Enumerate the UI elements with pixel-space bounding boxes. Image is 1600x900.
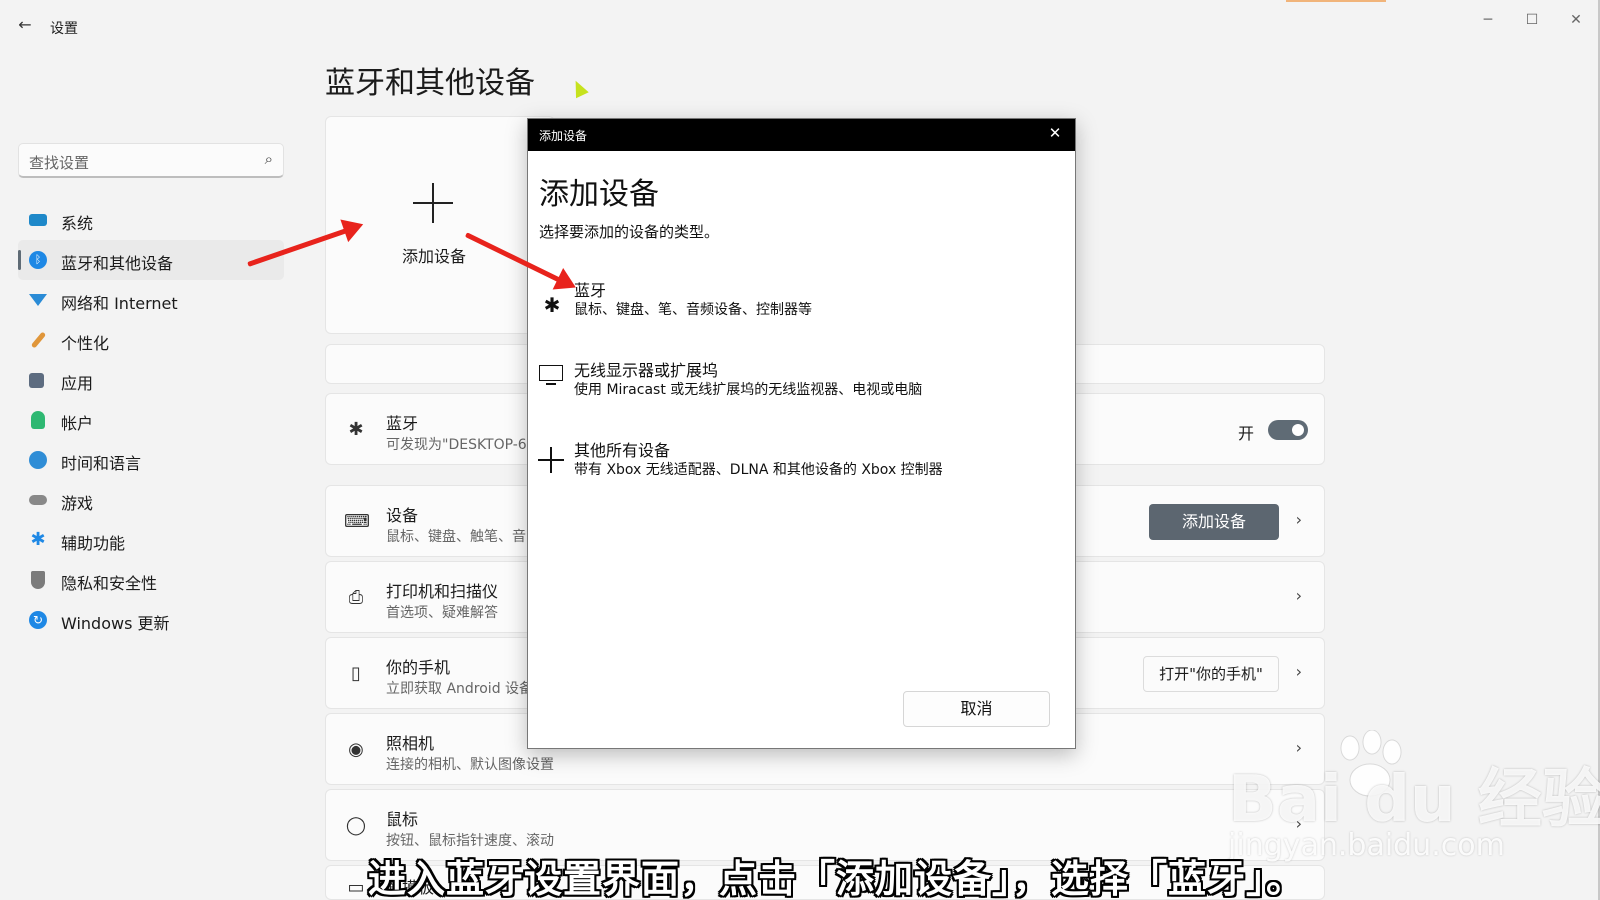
add-device-button[interactable]: 添加设备 bbox=[1149, 504, 1279, 540]
mouse-icon: ◯ bbox=[345, 815, 367, 836]
chevron-right-icon[interactable]: › bbox=[1296, 510, 1302, 529]
sidebar-item-accessibility[interactable]: ✱ 辅助功能 bbox=[18, 520, 284, 560]
row-title: 蓝牙 bbox=[386, 414, 419, 433]
accessibility-icon: ✱ bbox=[30, 529, 46, 550]
cancel-button[interactable]: 取消 bbox=[903, 691, 1050, 727]
back-arrow-icon[interactable]: ← bbox=[14, 14, 36, 36]
camera-icon: ◉ bbox=[348, 739, 364, 760]
chevron-right-icon[interactable]: › bbox=[1296, 586, 1302, 605]
sidebar-item-privacy[interactable]: 隐私和安全性 bbox=[18, 560, 284, 600]
row-title: 设备 bbox=[386, 506, 419, 525]
system-icon bbox=[29, 214, 47, 226]
chevron-right-icon[interactable]: › bbox=[1296, 662, 1302, 681]
account-icon bbox=[31, 411, 45, 429]
search-icon: ⌕ bbox=[264, 150, 273, 168]
dialog-heading: 添加设备 bbox=[539, 177, 659, 212]
dialog-title: 添加设备 bbox=[539, 129, 588, 143]
option-everything-else[interactable]: 其他所有设备 带有 Xbox 无线适配器、DLNA 和其他设备的 Xbox 控制… bbox=[528, 437, 1075, 499]
sidebar-item-time-language[interactable]: 时间和语言 bbox=[18, 440, 284, 480]
maximize-button[interactable]: ☐ bbox=[1512, 8, 1552, 32]
plus-icon bbox=[538, 447, 564, 473]
minimize-button[interactable]: ─ bbox=[1468, 8, 1508, 32]
search-input[interactable]: 查找设置 ⌕ bbox=[18, 143, 284, 178]
sidebar-item-label: 应用 bbox=[61, 374, 94, 393]
brush-icon bbox=[30, 331, 47, 349]
sidebar-item-label: 时间和语言 bbox=[61, 454, 142, 473]
app-title: 设置 bbox=[50, 21, 78, 37]
sidebar-item-label: 游戏 bbox=[61, 494, 94, 513]
phone-icon: ▯ bbox=[351, 663, 361, 684]
sidebar-item-accounts[interactable]: 帐户 bbox=[18, 400, 284, 440]
globe-clock-icon bbox=[29, 451, 47, 469]
dialog-titlebar: 添加设备 ✕ bbox=[528, 119, 1075, 151]
row-title: 你的手机 bbox=[386, 658, 451, 677]
sidebar-item-personalization[interactable]: 个性化 bbox=[18, 320, 284, 360]
option-subtitle: 带有 Xbox 无线适配器、DLNA 和其他设备的 Xbox 控制器 bbox=[574, 462, 943, 478]
close-window-button[interactable]: ✕ bbox=[1556, 8, 1596, 32]
row-subtitle: 可发现为"DESKTOP-6 bbox=[386, 437, 527, 453]
sidebar-item-label: 帐户 bbox=[61, 414, 94, 433]
apps-icon bbox=[29, 373, 44, 388]
add-device-card-label: 添加设备 bbox=[402, 247, 467, 266]
sidebar-item-label: Windows 更新 bbox=[61, 614, 170, 633]
sidebar-item-network[interactable]: 网络和 Internet bbox=[18, 280, 284, 320]
option-title: 其他所有设备 bbox=[574, 441, 671, 460]
row-title: 打印机和扫描仪 bbox=[386, 582, 499, 601]
option-title: 无线显示器或扩展坞 bbox=[574, 361, 719, 380]
shield-icon bbox=[31, 571, 45, 589]
page-title: 蓝牙和其他设备 bbox=[325, 66, 535, 101]
dialog-prompt: 选择要添加的设备的类型。 bbox=[539, 223, 720, 241]
toggle-state-label: 开 bbox=[1237, 424, 1254, 443]
printer-icon: ⎙ bbox=[348, 587, 364, 608]
sidebar-item-label: 辅助功能 bbox=[61, 534, 126, 553]
close-icon[interactable]: ✕ bbox=[1045, 124, 1065, 142]
option-subtitle: 使用 Miracast 或无线扩展坞的无线监视器、电视或电脑 bbox=[574, 382, 923, 398]
open-your-phone-button[interactable]: 打开"你的手机" bbox=[1143, 656, 1279, 692]
sidebar-item-apps[interactable]: 应用 bbox=[18, 360, 284, 400]
subtitle-caption: 进入蓝牙设置界面，点击「添加设备」，选择「蓝牙」。 bbox=[368, 857, 1306, 900]
sidebar-item-windows-update[interactable]: ↻ Windows 更新 bbox=[18, 600, 284, 640]
sidebar-nav: 系统 ᛒ 蓝牙和其他设备 网络和 Internet 个性化 应用 帐户 时间和语… bbox=[18, 200, 284, 640]
update-icon: ↻ bbox=[29, 611, 47, 629]
search-placeholder: 查找设置 bbox=[29, 154, 90, 172]
sidebar-item-label: 个性化 bbox=[61, 334, 110, 353]
sidebar-item-label: 网络和 Internet bbox=[61, 294, 178, 313]
sidebar-item-label: 系统 bbox=[61, 214, 94, 233]
bluetooth-icon: ᛒ bbox=[29, 251, 47, 269]
gamepad-icon bbox=[29, 495, 47, 505]
row-subtitle: 按钮、鼠标指针速度、滚动 bbox=[386, 833, 554, 849]
mouse-cursor-icon bbox=[569, 77, 589, 99]
accent-line bbox=[1286, 0, 1386, 2]
row-subtitle: 立即获取 Android 设备 bbox=[386, 681, 534, 697]
touchpad-icon: ▭ bbox=[347, 877, 365, 898]
sidebar-item-label: 蓝牙和其他设备 bbox=[61, 254, 174, 273]
add-device-dialog: 添加设备 ✕ 添加设备 选择要添加的设备的类型。 ✱ 蓝牙 鼠标、键盘、笔、音频… bbox=[527, 118, 1076, 749]
plus-icon bbox=[413, 183, 453, 223]
row-subtitle: 首选项、疑难解答 bbox=[386, 605, 498, 621]
sidebar-item-bluetooth[interactable]: ᛒ 蓝牙和其他设备 bbox=[18, 240, 284, 280]
row-title: 照相机 bbox=[386, 734, 435, 753]
bluetooth-icon: ✱ bbox=[348, 419, 364, 440]
option-subtitle: 鼠标、键盘、笔、音频设备、控制器等 bbox=[574, 302, 812, 318]
row-subtitle: 鼠标、键盘、触笔、音 bbox=[386, 529, 526, 545]
wifi-icon bbox=[29, 294, 47, 306]
keyboard-icon: ⌨ bbox=[344, 511, 370, 532]
monitor-icon bbox=[539, 365, 563, 385]
sidebar-item-label: 隐私和安全性 bbox=[61, 574, 158, 593]
option-wireless-display[interactable]: 无线显示器或扩展坞 使用 Miracast 或无线扩展坞的无线监视器、电视或电脑 bbox=[528, 357, 1075, 419]
bluetooth-toggle[interactable] bbox=[1268, 420, 1308, 440]
watermark-brand: Bai du 经验 bbox=[1228, 763, 1600, 837]
option-bluetooth[interactable]: ✱ 蓝牙 鼠标、键盘、笔、音频设备、控制器等 bbox=[528, 277, 1075, 339]
sidebar-item-system[interactable]: 系统 bbox=[18, 200, 284, 240]
sidebar-item-gaming[interactable]: 游戏 bbox=[18, 480, 284, 520]
bluetooth-icon: ✱ bbox=[543, 293, 561, 317]
row-title: 鼠标 bbox=[386, 810, 419, 829]
row-subtitle: 连接的相机、默认图像设置 bbox=[386, 757, 554, 773]
title-bar: ← 设置 ─ ☐ ✕ bbox=[0, 0, 1600, 48]
